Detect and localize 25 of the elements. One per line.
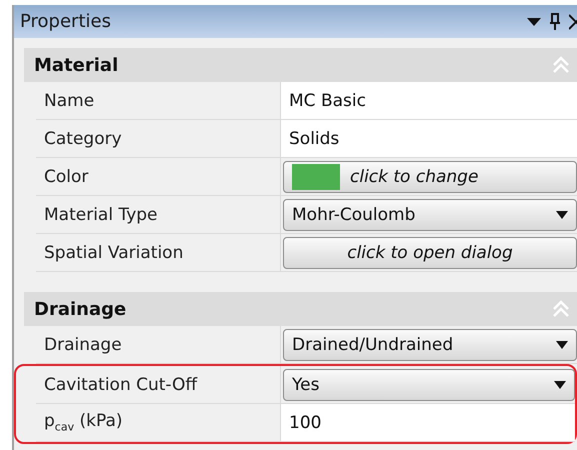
dropdown[interactable]: Mohr-Coulomb — [283, 198, 577, 230]
property-label: Material Type — [44, 204, 158, 224]
property-label: Color — [44, 166, 88, 186]
value-cell[interactable]: Solids — [281, 120, 577, 157]
dropdown-arrow-icon[interactable] — [527, 18, 541, 26]
pin-icon[interactable] — [549, 12, 561, 30]
property-label: Cavitation Cut-Off — [44, 374, 198, 394]
close-icon[interactable] — [569, 14, 577, 30]
section-header[interactable]: Material — [24, 48, 577, 82]
dropdown[interactable]: Drained/Undrained — [283, 328, 577, 360]
window-title: Properties — [20, 11, 112, 32]
caret-icon — [554, 380, 566, 388]
property-label: p$_{cav}$ (kPa) — [44, 411, 123, 434]
value-cell[interactable]: MC Basic — [281, 82, 577, 119]
dropdown[interactable]: Yes — [283, 368, 575, 400]
section-header[interactable]: Drainage — [24, 292, 577, 326]
property-label: Name — [44, 90, 94, 110]
dialog-button[interactable]: click to open dialog — [283, 236, 577, 268]
value-cell[interactable]: 100 — [281, 404, 575, 441]
caret-icon — [556, 340, 568, 348]
property-label: Spatial Variation — [44, 242, 184, 262]
property-label: Category — [44, 128, 122, 148]
caret-icon — [556, 210, 568, 218]
color-button[interactable]: click to change — [283, 160, 577, 192]
property-label: Drainage — [44, 334, 122, 354]
